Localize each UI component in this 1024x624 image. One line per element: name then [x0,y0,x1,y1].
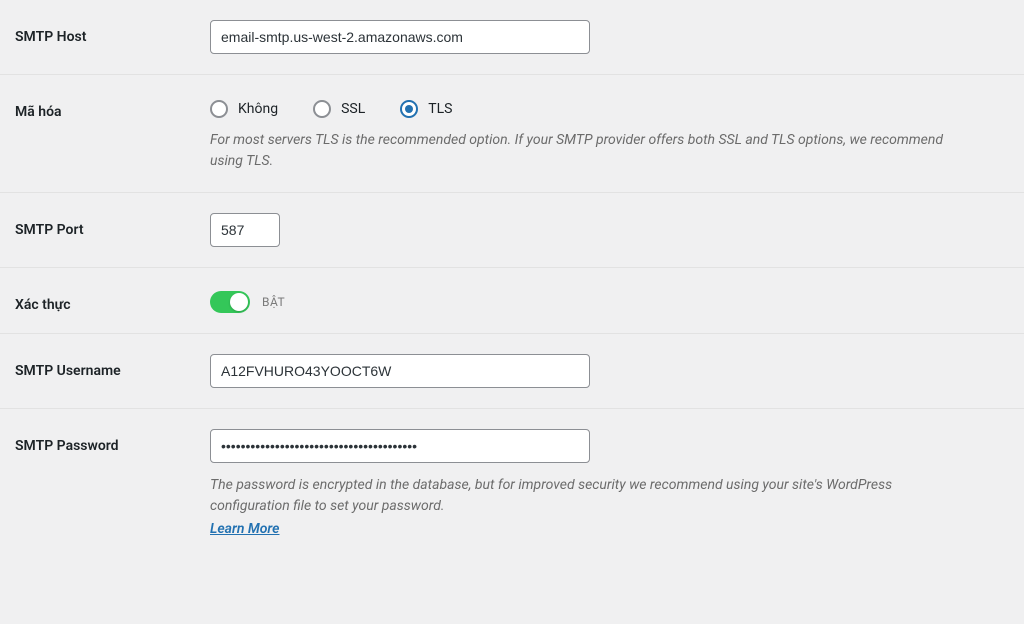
smtp-host-input[interactable] [210,20,590,54]
toggle-knob-icon [230,293,248,311]
learn-more-link[interactable]: Learn More [210,521,1009,537]
auth-row: Xác thực BẬT [0,268,1024,334]
smtp-port-row: SMTP Port [0,193,1024,268]
radio-icon [400,100,418,118]
auth-toggle[interactable] [210,291,250,313]
smtp-username-row: SMTP Username [0,334,1024,409]
encryption-help-text: For most servers TLS is the recommended … [210,130,970,172]
encryption-tls-label: TLS [428,101,452,117]
smtp-password-label: SMTP Password [15,429,210,537]
smtp-password-input[interactable] [210,429,590,463]
smtp-settings-form: SMTP Host Mã hóa Không SSL TLS [0,0,1024,557]
smtp-port-label: SMTP Port [15,213,210,247]
radio-icon [313,100,331,118]
smtp-username-input[interactable] [210,354,590,388]
encryption-ssl-label: SSL [341,101,365,117]
encryption-label: Mã hóa [15,95,210,172]
encryption-radio-ssl[interactable]: SSL [313,100,365,118]
encryption-radio-tls[interactable]: TLS [400,100,452,118]
smtp-password-row: SMTP Password The password is encrypted … [0,409,1024,557]
auth-label: Xác thực [15,288,210,313]
radio-icon [210,100,228,118]
encryption-radio-none[interactable]: Không [210,100,278,118]
smtp-host-row: SMTP Host [0,0,1024,75]
smtp-port-input[interactable] [210,213,280,247]
encryption-none-label: Không [238,101,278,117]
smtp-host-label: SMTP Host [15,20,210,54]
smtp-password-help-text: The password is encrypted in the databas… [210,475,970,517]
auth-toggle-status: BẬT [262,295,285,309]
encryption-radio-group: Không SSL TLS [210,95,1009,118]
smtp-username-label: SMTP Username [15,354,210,388]
encryption-row: Mã hóa Không SSL TLS For most servers TL… [0,75,1024,193]
